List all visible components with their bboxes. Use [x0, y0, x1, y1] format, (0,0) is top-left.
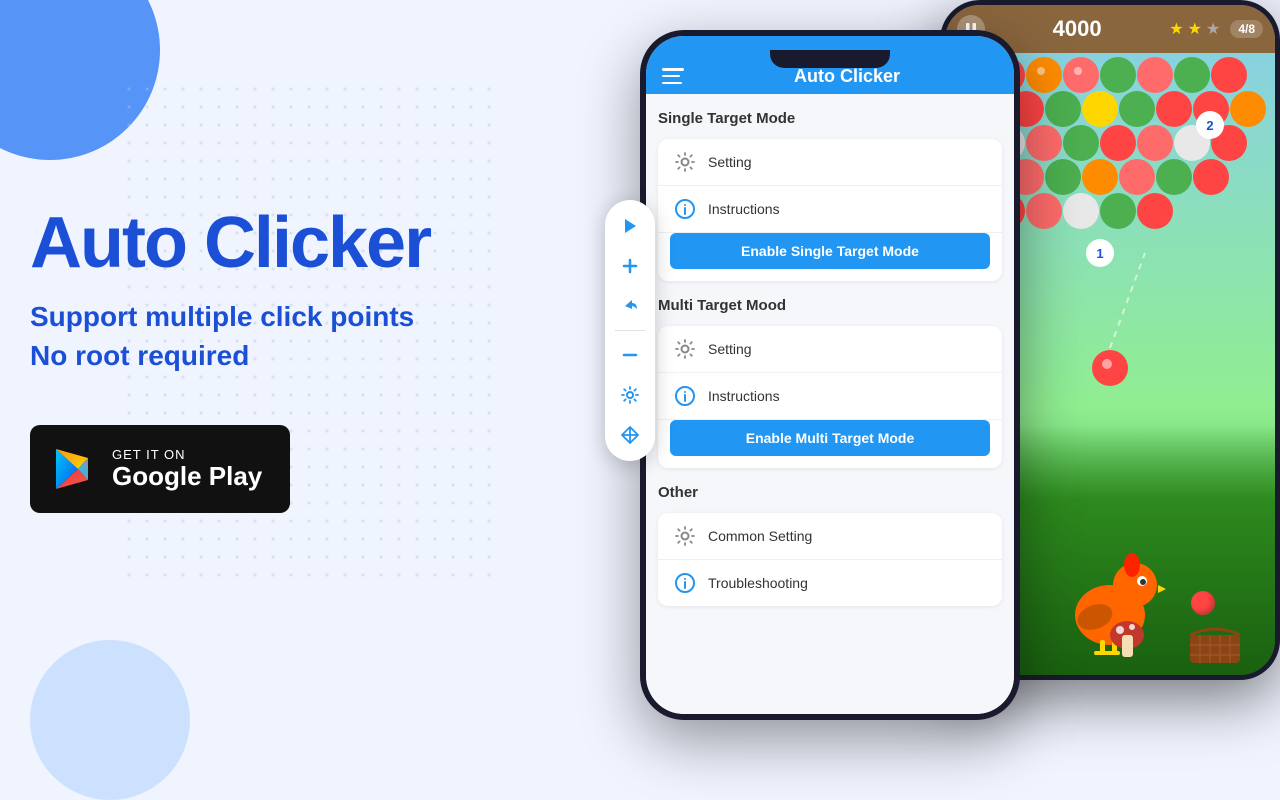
hamburger-icon[interactable] — [662, 68, 684, 84]
phone-notch — [770, 50, 890, 68]
app-content: Single Target Mode Setting — [646, 94, 1014, 714]
move-toolbar-btn[interactable] — [612, 417, 648, 453]
multi-instructions-label: Instructions — [708, 388, 780, 404]
section-single-title: Single Target Mode — [658, 106, 1002, 131]
multi-setting-label: Setting — [708, 341, 752, 357]
star-1: ★ — [1169, 19, 1183, 39]
toolbar-divider — [615, 330, 645, 331]
google-play-text: Google Play — [112, 462, 262, 491]
section-single-card: Setting Instructions Enable Single Targe… — [658, 139, 1002, 281]
play-store-icon — [50, 445, 98, 493]
basket-svg — [1185, 615, 1245, 665]
share-toolbar-btn[interactable] — [612, 288, 648, 324]
single-instructions-item[interactable]: Instructions — [658, 186, 1002, 233]
game-level: 4/8 — [1230, 20, 1263, 38]
svg-text:1: 1 — [1096, 246, 1103, 261]
single-setting-label: Setting — [708, 154, 752, 170]
gear-icon-multi — [674, 338, 696, 360]
gear-icon-single — [674, 151, 696, 173]
app-title: Auto Clicker — [30, 207, 560, 279]
multi-instructions-item[interactable]: Instructions — [658, 373, 1002, 420]
troubleshooting-label: Troubleshooting — [708, 575, 808, 591]
section-multi-title: Multi Target Mood — [658, 293, 1002, 318]
phone-main: Auto Clicker Single Target Mode Setting — [640, 30, 1020, 720]
common-setting-label: Common Setting — [708, 528, 812, 544]
section-multi-card: Setting Instructions Enable Multi Target… — [658, 326, 1002, 468]
stars-area: ★ ★ ★ — [1169, 19, 1220, 39]
single-instructions-label: Instructions — [708, 201, 780, 217]
gear-toolbar-btn[interactable] — [612, 377, 648, 413]
single-setting-item[interactable]: Setting — [658, 139, 1002, 186]
hamburger-line-3 — [662, 82, 682, 85]
multi-setting-item[interactable]: Setting — [658, 326, 1002, 373]
enable-single-btn[interactable]: Enable Single Target Mode — [670, 233, 990, 269]
hamburger-line-2 — [662, 75, 680, 78]
section-other-card: Common Setting Troubleshooting — [658, 513, 1002, 606]
game-score: 4000 — [995, 16, 1159, 42]
svg-text:2: 2 — [1206, 118, 1213, 133]
subtitle-2: No root required — [30, 336, 560, 375]
phone-main-screen: Auto Clicker Single Target Mode Setting — [646, 36, 1014, 714]
phones-container: Auto Clicker Single Target Mode Setting — [580, 0, 1280, 720]
info-icon-single — [674, 198, 696, 220]
enable-multi-btn[interactable]: Enable Multi Target Mode — [670, 420, 990, 456]
common-setting-item[interactable]: Common Setting — [658, 513, 1002, 560]
appbar-title: Auto Clicker — [696, 66, 998, 87]
play-toolbar-btn[interactable] — [612, 208, 648, 244]
gear-icon-other — [674, 525, 696, 547]
badge-text: GET IT ON Google Play — [112, 447, 262, 491]
add-toolbar-btn[interactable] — [612, 248, 648, 284]
falling-fruit — [1191, 591, 1215, 615]
side-toolbar — [605, 200, 655, 461]
info-icon-multi — [674, 385, 696, 407]
hamburger-line-1 — [662, 68, 684, 71]
subtitle-1: Support multiple click points — [30, 297, 560, 336]
left-panel: Auto Clicker Support multiple click poin… — [0, 0, 590, 720]
get-it-on-text: GET IT ON — [112, 447, 262, 462]
mushroom-svg — [1110, 615, 1145, 660]
star-2: ★ — [1188, 19, 1202, 39]
star-3: ★ — [1206, 19, 1220, 39]
google-play-badge[interactable]: GET IT ON Google Play — [30, 425, 290, 513]
section-other-title: Other — [658, 480, 1002, 505]
minus-toolbar-btn[interactable] — [612, 337, 648, 373]
troubleshooting-item[interactable]: Troubleshooting — [658, 560, 1002, 606]
info-icon-other — [674, 572, 696, 594]
